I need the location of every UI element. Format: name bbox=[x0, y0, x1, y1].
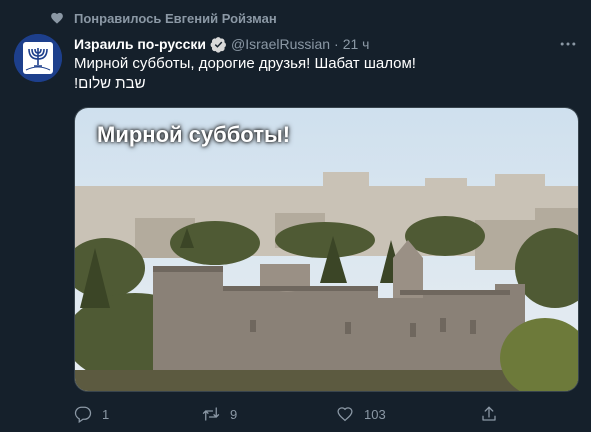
verified-badge-icon bbox=[210, 36, 226, 53]
tweet-header: Израиль по-русски @IsraelRussian · 21 ч bbox=[74, 34, 571, 54]
tweet-actions: 1 9 103 bbox=[74, 403, 504, 425]
share-icon bbox=[482, 406, 496, 421]
retweet-button[interactable]: 9 bbox=[202, 403, 237, 425]
social-context-text: Понравилось Евгений Ройзман bbox=[74, 10, 277, 26]
tweet-text-line-1: Мирной субботы, дорогие друзья! Шабат ша… bbox=[74, 55, 416, 72]
reply-button[interactable]: 1 bbox=[74, 403, 109, 425]
menorah-emblem-icon bbox=[14, 34, 62, 82]
reply-icon bbox=[74, 406, 92, 423]
author-handle[interactable]: @IsraelRussian bbox=[231, 36, 330, 52]
like-heart-icon bbox=[337, 407, 353, 422]
avatar[interactable] bbox=[14, 34, 62, 82]
like-button[interactable]: 103 bbox=[336, 403, 386, 425]
social-context[interactable]: Понравилось Евгений Ройзман bbox=[50, 9, 277, 27]
tweet-text: Мирной субботы, дорогие друзья! Шабат ша… bbox=[74, 54, 574, 94]
share-button[interactable] bbox=[480, 403, 498, 425]
retweet-icon bbox=[202, 407, 220, 421]
author-name[interactable]: Израиль по-русски bbox=[74, 36, 206, 52]
jerusalem-monastery-photo bbox=[75, 108, 578, 391]
more-options-button[interactable] bbox=[557, 34, 579, 54]
more-dots-icon bbox=[560, 42, 576, 46]
like-count: 103 bbox=[364, 406, 386, 422]
tweet-image[interactable]: Мирной субботы! bbox=[74, 107, 579, 392]
separator-dot: · bbox=[334, 36, 339, 52]
timestamp[interactable]: 21 ч bbox=[343, 36, 370, 52]
reply-count: 1 bbox=[102, 406, 110, 422]
image-overlay-text: Мирной субботы! bbox=[97, 122, 291, 147]
tweet-text-line-2: שבת שלום! bbox=[74, 75, 146, 92]
heart-icon bbox=[51, 12, 63, 24]
retweet-count: 9 bbox=[230, 406, 238, 422]
